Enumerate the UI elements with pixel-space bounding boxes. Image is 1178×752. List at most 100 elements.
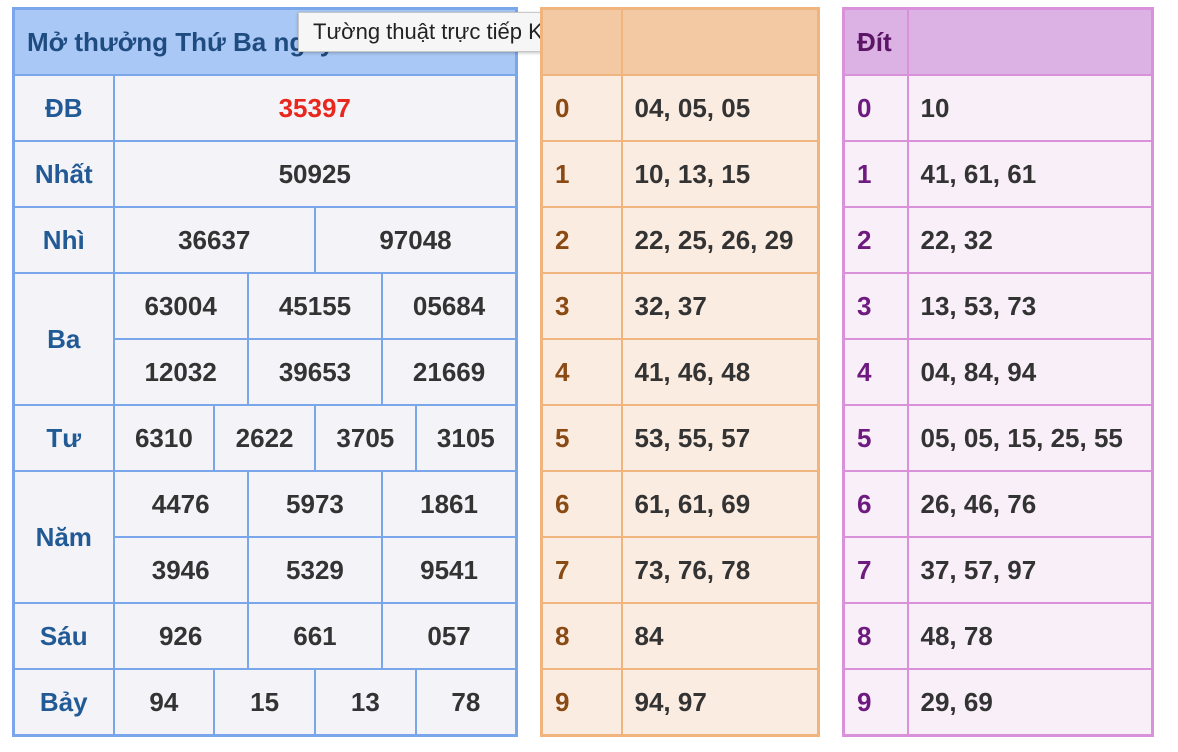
dit-header-row: Đít — [842, 7, 1154, 76]
dit-row: 8 48, 78 — [842, 602, 1154, 670]
dau-row: 9 94, 97 — [540, 668, 820, 737]
prize-label: ĐB — [12, 74, 115, 142]
dit-key: 5 — [842, 404, 909, 472]
prize-label: Nhì — [12, 206, 115, 274]
dau-key: 8 — [540, 602, 623, 670]
dau-values: 73, 76, 78 — [620, 536, 820, 604]
dau-table: 0 04, 05, 05 1 10, 13, 15 2 22, 25, 26, 29 3 32… — [540, 7, 820, 737]
dit-row: 9 29, 69 — [842, 668, 1154, 737]
dau-values: 10, 13, 15 — [620, 140, 820, 208]
prize-number: 12032 — [112, 338, 249, 406]
dit-values: 05, 05, 15, 25, 55 — [906, 404, 1154, 472]
prize-number: 45155 — [246, 272, 384, 340]
prize-row-tu: Tư 6310 2622 3705 3105 — [12, 404, 518, 472]
dit-row: 1 41, 61, 61 — [842, 140, 1154, 208]
prize-number: 9541 — [381, 536, 518, 604]
dau-key: 9 — [540, 668, 623, 737]
dit-key: 0 — [842, 74, 909, 142]
prize-number: 5973 — [246, 470, 384, 538]
dau-values: 53, 55, 57 — [620, 404, 820, 472]
prize-number: 15 — [213, 668, 316, 737]
special-prize-number: 35397 — [112, 74, 518, 142]
dit-values: 22, 32 — [906, 206, 1154, 274]
dau-key: 1 — [540, 140, 623, 208]
dit-row: 5 05, 05, 15, 25, 55 — [842, 404, 1154, 472]
dau-values: 32, 37 — [620, 272, 820, 340]
prize-number: 94 — [112, 668, 216, 737]
dit-key: 6 — [842, 470, 909, 538]
prize-row-db: ĐB 35397 — [12, 74, 518, 142]
dau-row: 1 10, 13, 15 — [540, 140, 820, 208]
dau-row: 3 32, 37 — [540, 272, 820, 340]
dau-key: 0 — [540, 74, 623, 142]
dit-values: 37, 57, 97 — [906, 536, 1154, 604]
dau-key: 2 — [540, 206, 623, 274]
dit-key: 8 — [842, 602, 909, 670]
dau-key: 5 — [540, 404, 623, 472]
dit-key: 3 — [842, 272, 909, 340]
dit-header-title: Đít — [842, 7, 909, 76]
prize-number: 6310 — [112, 404, 216, 472]
dit-row: 2 22, 32 — [842, 206, 1154, 274]
dit-table: Đít 0 10 1 41, 61, 61 2 22, 32 3 13, 53, 73 4 04,… — [842, 7, 1154, 737]
dit-values: 48, 78 — [906, 602, 1154, 670]
dau-values: 94, 97 — [620, 668, 820, 737]
prize-number: 3946 — [112, 536, 249, 604]
prize-label: Bảy — [12, 668, 115, 737]
prize-number: 661 — [246, 602, 384, 670]
prize-number: 36637 — [112, 206, 316, 274]
dau-values: 41, 46, 48 — [620, 338, 820, 406]
prize-number: 05684 — [381, 272, 518, 340]
dit-key: 2 — [842, 206, 909, 274]
prize-number: 057 — [381, 602, 518, 670]
dit-header-values — [906, 7, 1154, 76]
prize-row-sau: Sáu 926 661 057 — [12, 602, 518, 670]
dit-values: 41, 61, 61 — [906, 140, 1154, 208]
dau-key: 6 — [540, 470, 623, 538]
dau-key: 3 — [540, 272, 623, 340]
prize-label: Tư — [12, 404, 115, 472]
dit-key: 4 — [842, 338, 909, 406]
prize-row-nam: Năm 4476 5973 1861 — [12, 470, 518, 604]
dau-values: 84 — [620, 602, 820, 670]
prize-number: 4476 — [112, 470, 249, 538]
dau-key: 4 — [540, 338, 623, 406]
dau-values: 04, 05, 05 — [620, 74, 820, 142]
prize-number: 3105 — [414, 404, 518, 472]
prize-number: 63004 — [112, 272, 249, 340]
dau-row: 0 04, 05, 05 — [540, 74, 820, 142]
dit-values: 04, 84, 94 — [906, 338, 1154, 406]
dau-row: 8 84 — [540, 602, 820, 670]
dau-header-key — [540, 7, 623, 76]
prize-number: 5329 — [246, 536, 384, 604]
prize-number: 3705 — [313, 404, 417, 472]
dau-header-values — [620, 7, 820, 76]
prize-number: 39653 — [246, 338, 384, 406]
dit-key: 7 — [842, 536, 909, 604]
prize-row-nhat: Nhất 50925 — [12, 140, 518, 208]
dau-key: 7 — [540, 536, 623, 604]
dau-row: 4 41, 46, 48 — [540, 338, 820, 406]
dau-values: 61, 61, 69 — [620, 470, 820, 538]
dau-header-row — [540, 7, 820, 76]
prize-number: 78 — [414, 668, 518, 737]
dit-values: 10 — [906, 74, 1154, 142]
prize-label: Năm — [12, 470, 115, 604]
prize-number: 926 — [112, 602, 249, 670]
prize-number: 13 — [313, 668, 417, 737]
dit-row: 3 13, 53, 73 — [842, 272, 1154, 340]
dau-row: 5 53, 55, 57 — [540, 404, 820, 472]
prize-number: 97048 — [313, 206, 518, 274]
prize-number: 21669 — [381, 338, 518, 406]
prize-row-nhi: Nhì 36637 97048 — [12, 206, 518, 274]
dit-row: 6 26, 46, 76 — [842, 470, 1154, 538]
prize-label: Ba — [12, 272, 115, 406]
dit-key: 1 — [842, 140, 909, 208]
prize-number: 50925 — [112, 140, 518, 208]
prize-label: Sáu — [12, 602, 115, 670]
dau-values: 22, 25, 26, 29 — [620, 206, 820, 274]
dit-values: 26, 46, 76 — [906, 470, 1154, 538]
dau-row: 6 61, 61, 69 — [540, 470, 820, 538]
prize-number: 1861 — [381, 470, 518, 538]
prize-number: 2622 — [213, 404, 316, 472]
